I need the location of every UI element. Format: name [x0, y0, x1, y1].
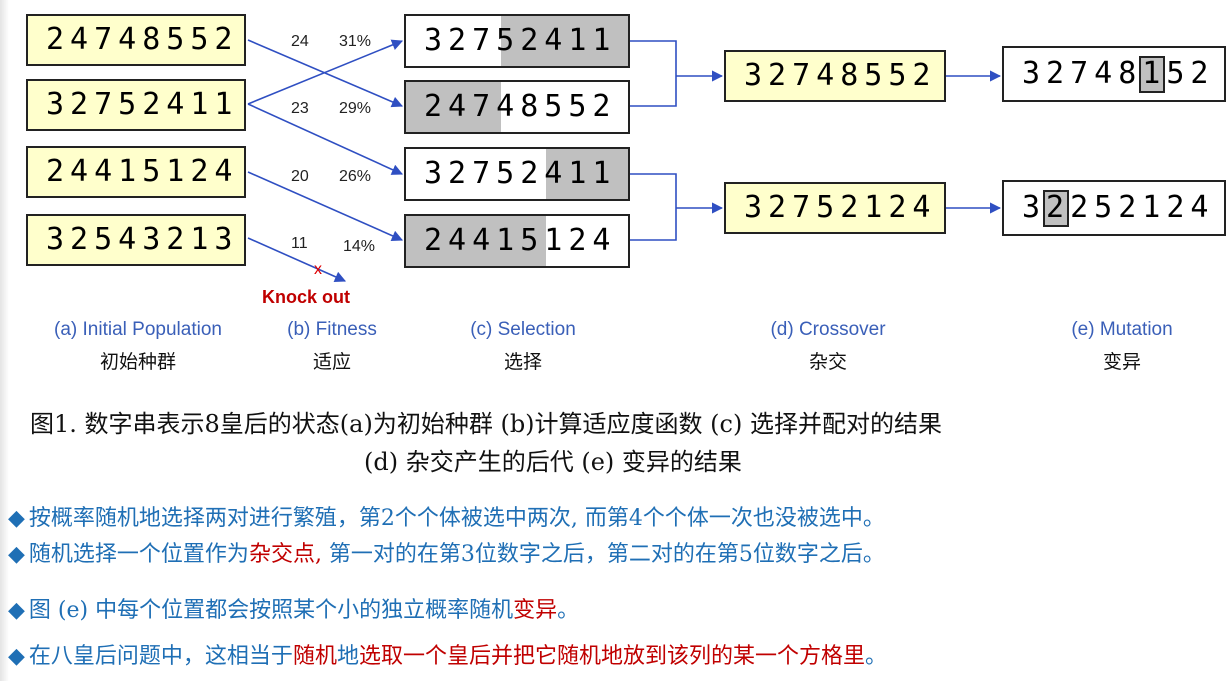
- diamond-bullet-icon: ◆: [8, 644, 25, 669]
- initial-individual-1: 24748552: [26, 14, 246, 66]
- crossover-point-term: 杂交点,: [248, 542, 322, 567]
- fitness-pct-4: 14%: [343, 238, 376, 255]
- mutated-individual-2: 32252124: [1002, 180, 1226, 236]
- initial-individual-4: 32543213: [26, 214, 246, 266]
- label-crossover: (d) Crossover: [770, 319, 886, 340]
- selected-individual-1: 32752411: [404, 14, 630, 68]
- fitness-pct-1: 31%: [339, 33, 372, 50]
- fitness-score-4: 11: [291, 235, 308, 252]
- bracket-pair-1: [630, 40, 677, 107]
- figure-caption-line-2: (d) 杂交产生的后代 (e) 变异的结果: [364, 448, 742, 476]
- label-selection: (c) Selection: [470, 319, 576, 340]
- label-mutation-cn: 变异: [1102, 351, 1142, 373]
- queen-move-phrase: 选取一个皇后并把它随机地放到该列的某一个方格里: [358, 644, 865, 669]
- label-fitness-cn: 适应: [312, 351, 352, 373]
- fitness-score-2: 23: [291, 100, 309, 117]
- diamond-bullet-icon: ◆: [8, 542, 25, 567]
- arrow-2-to-sel3: [247, 103, 404, 175]
- mutation-term: 变异: [513, 598, 558, 623]
- initial-individual-2: 32752411: [26, 79, 246, 131]
- figure-caption-line-1: 图1. 数字串表示8皇后的状态(a)为初始种群 (b)计算适应度函数 (c) 选…: [30, 410, 942, 438]
- label-crossover-cn: 杂交: [808, 351, 848, 373]
- arrow-3-to-sel4: [247, 171, 404, 242]
- bullet-crossover-note: ◆ 随机选择一个位置作为杂交点, 第一对的在第3位数字之后，第二对的在第5位数字之…: [8, 542, 885, 567]
- knock-out-label: Knock out: [262, 287, 350, 307]
- offspring-1: 32748552: [724, 50, 946, 102]
- diamond-bullet-icon: ◆: [8, 598, 25, 623]
- bullet-queens-note: ◆ 在八皇后问题中，这相当于随机地选取一个皇后并把它随机地放到该列的某一个方格里。: [8, 644, 887, 669]
- selected-individual-4: 24415124: [404, 214, 630, 268]
- label-mutation: (e) Mutation: [1071, 319, 1173, 340]
- fitness-pct-2: 29%: [339, 100, 372, 117]
- bracket-pair-2: [630, 173, 677, 241]
- diamond-bullet-icon: ◆: [8, 506, 25, 531]
- offspring-2: 32752124: [724, 182, 946, 234]
- fitness-score-1: 24: [291, 33, 309, 50]
- fitness-pct-3: 26%: [339, 168, 372, 185]
- bullet-mutation-note: ◆ 图 (e) 中每个位置都会按照某个小的独立概率随机变异。: [8, 598, 580, 623]
- selected-individual-3: 32752411: [404, 147, 630, 201]
- fitness-score-3: 20: [291, 168, 309, 185]
- label-selection-cn: 选择: [503, 351, 543, 373]
- mutated-individual-1: 32748152: [1002, 46, 1226, 102]
- bullet-selection-note: ◆ 按概率随机地选择两对进行繁殖，第2个个体被选中两次, 而第4个个体一次也没被选…: [8, 506, 885, 531]
- knockout-x-mark: x: [314, 261, 322, 278]
- selected-individual-2: 24748552: [404, 80, 630, 134]
- initial-individual-3: 24415124: [26, 146, 246, 198]
- label-initial-population: (a) Initial Population: [54, 319, 222, 340]
- label-fitness: (b) Fitness: [287, 319, 377, 340]
- random-term: 随机: [292, 644, 337, 669]
- label-initial-population-cn: 初始种群: [99, 351, 177, 373]
